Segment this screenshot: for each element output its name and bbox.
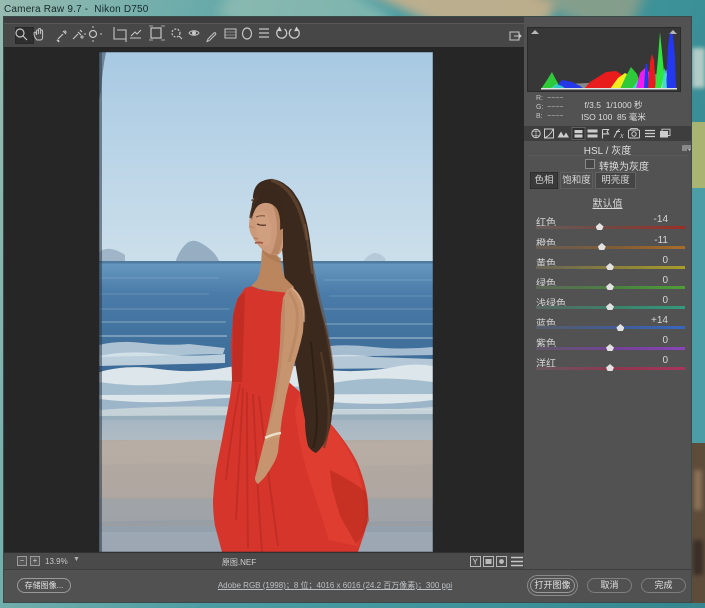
- svg-text:x: x: [619, 131, 624, 140]
- svg-text:Y: Y: [473, 558, 479, 567]
